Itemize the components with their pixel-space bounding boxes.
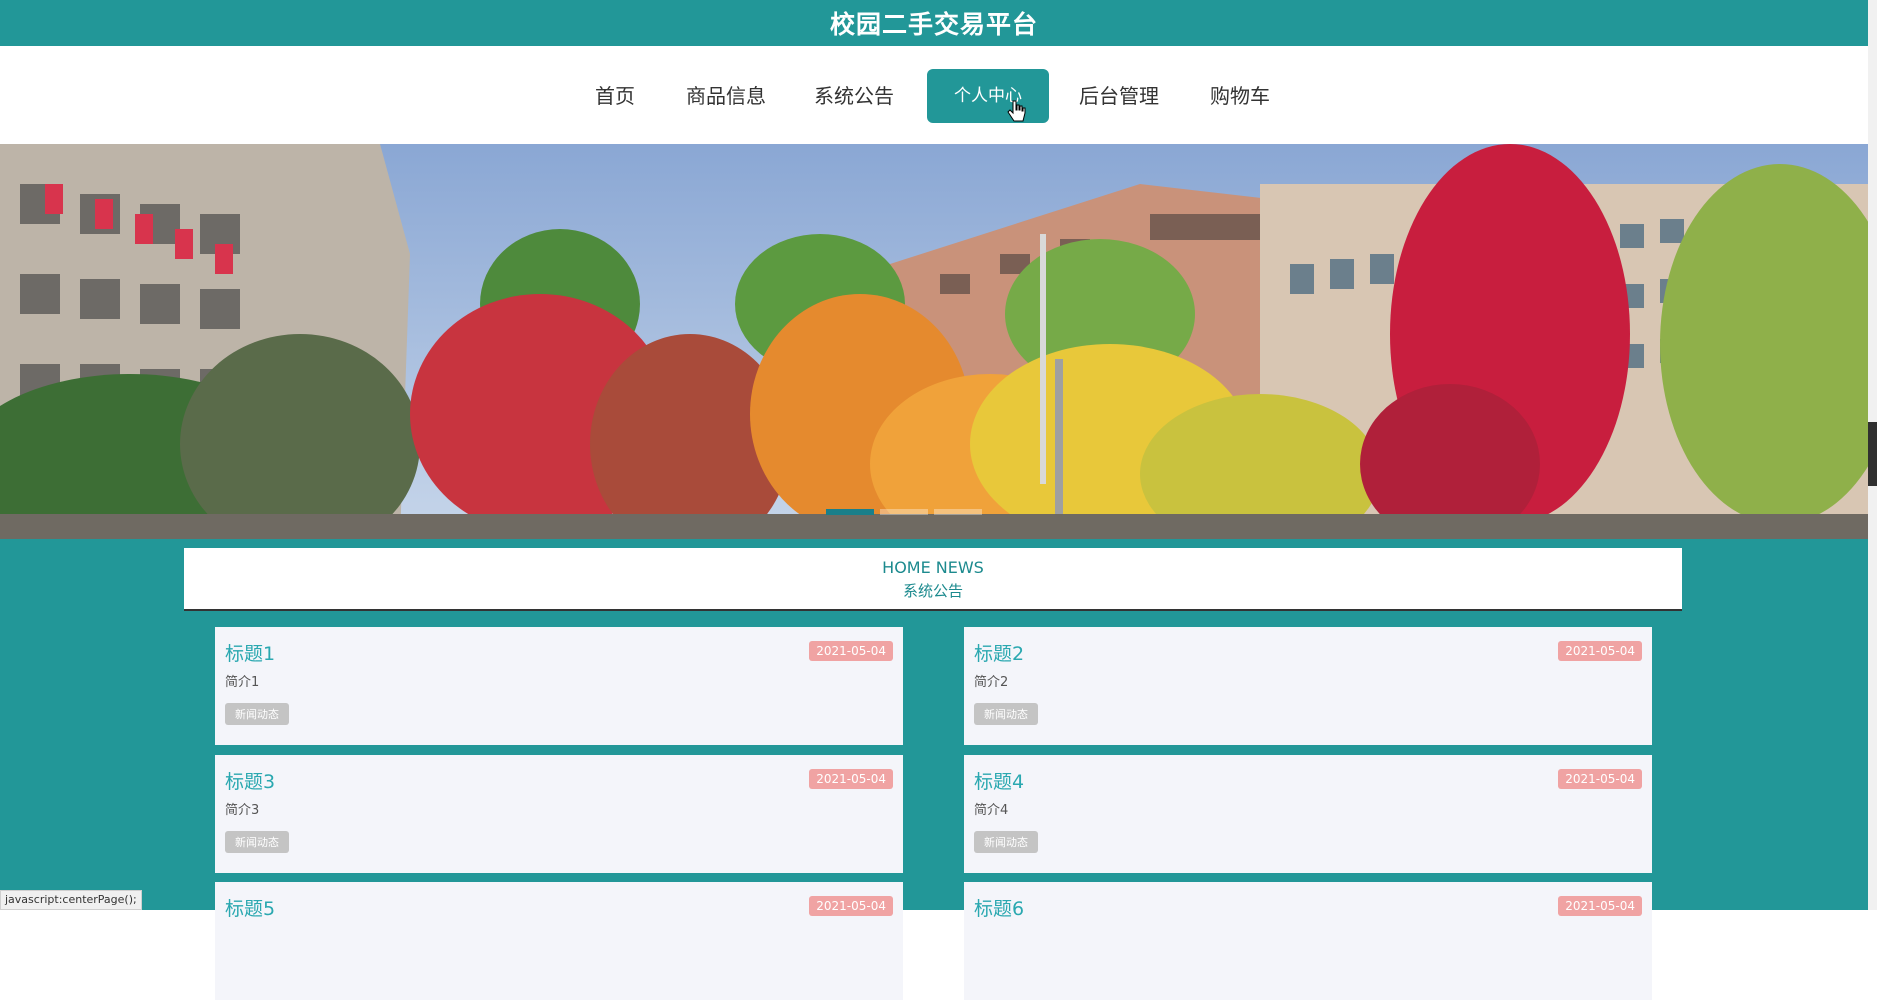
news-card-date: 2021-05-04 (809, 641, 893, 661)
news-card-date: 2021-05-04 (809, 769, 893, 789)
nav-announcements[interactable]: 系统公告 (808, 69, 900, 123)
news-card-title[interactable]: 标题6 (974, 894, 1024, 921)
news-card-tag: 新闻动态 (974, 831, 1038, 853)
news-card-title[interactable]: 标题2 (974, 639, 1024, 666)
nav-personal-center[interactable]: 个人中心 (927, 69, 1049, 123)
news-header: HOME NEWS 系统公告 (184, 548, 1682, 611)
news-card[interactable]: 标题5 2021-05-04 (215, 882, 903, 1000)
page-scrollbar[interactable] (1868, 0, 1877, 910)
news-header-en: HOME NEWS (882, 558, 984, 577)
nav-admin[interactable]: 后台管理 (1073, 69, 1165, 123)
browser-status-bar: javascript:centerPage(); (0, 890, 142, 910)
news-card-title[interactable]: 标题5 (225, 894, 275, 921)
news-card-date: 2021-05-04 (1558, 769, 1642, 789)
site-header: 校园二手交易平台 (0, 0, 1868, 46)
news-card-desc: 简介2 (974, 675, 1009, 690)
news-section: HOME NEWS 系统公告 标题1 2021-05-04 简介1 新闻动态 标… (0, 539, 1868, 1000)
main-nav: 首页 商品信息 系统公告 个人中心 后台管理 购物车 (0, 46, 1868, 144)
banner-carousel[interactable] (0, 144, 1868, 539)
carousel-dot[interactable] (934, 509, 982, 515)
carousel-dot[interactable] (826, 509, 874, 515)
news-card-desc: 简介1 (225, 675, 260, 690)
news-card-tag: 新闻动态 (225, 703, 289, 725)
news-card-title[interactable]: 标题1 (225, 639, 275, 666)
news-header-cn: 系统公告 (902, 582, 963, 600)
carousel-indicators-bar (826, 509, 982, 515)
nav-home[interactable]: 首页 (584, 69, 646, 123)
news-card-desc: 简介4 (974, 803, 1009, 818)
news-card[interactable]: 标题2 2021-05-04 简介2 新闻动态 (964, 627, 1652, 745)
news-card-date: 2021-05-04 (1558, 896, 1642, 916)
site-title: 校园二手交易平台 (829, 10, 1038, 39)
news-card-title[interactable]: 标题4 (974, 767, 1024, 794)
scrollbar-thumb[interactable] (1868, 422, 1877, 486)
news-card[interactable]: 标题1 2021-05-04 简介1 新闻动态 (215, 627, 903, 745)
news-card-date: 2021-05-04 (1558, 641, 1642, 661)
nav-cart[interactable]: 购物车 (1201, 69, 1279, 123)
carousel-dot[interactable] (880, 509, 928, 515)
hand-cursor-icon (1007, 100, 1026, 122)
news-card-date: 2021-05-04 (809, 896, 893, 916)
news-card-desc: 简介3 (225, 803, 260, 818)
news-card-tag: 新闻动态 (225, 831, 289, 853)
news-card[interactable]: 标题4 2021-05-04 简介4 新闻动态 (964, 755, 1652, 873)
nav-products[interactable]: 商品信息 (680, 69, 772, 123)
news-card-tag: 新闻动态 (974, 703, 1038, 725)
news-card[interactable]: 标题3 2021-05-04 简介3 新闻动态 (215, 755, 903, 873)
news-card[interactable]: 标题6 2021-05-04 (964, 882, 1652, 1000)
news-card-title[interactable]: 标题3 (225, 767, 275, 794)
campus-photo (0, 144, 1868, 539)
